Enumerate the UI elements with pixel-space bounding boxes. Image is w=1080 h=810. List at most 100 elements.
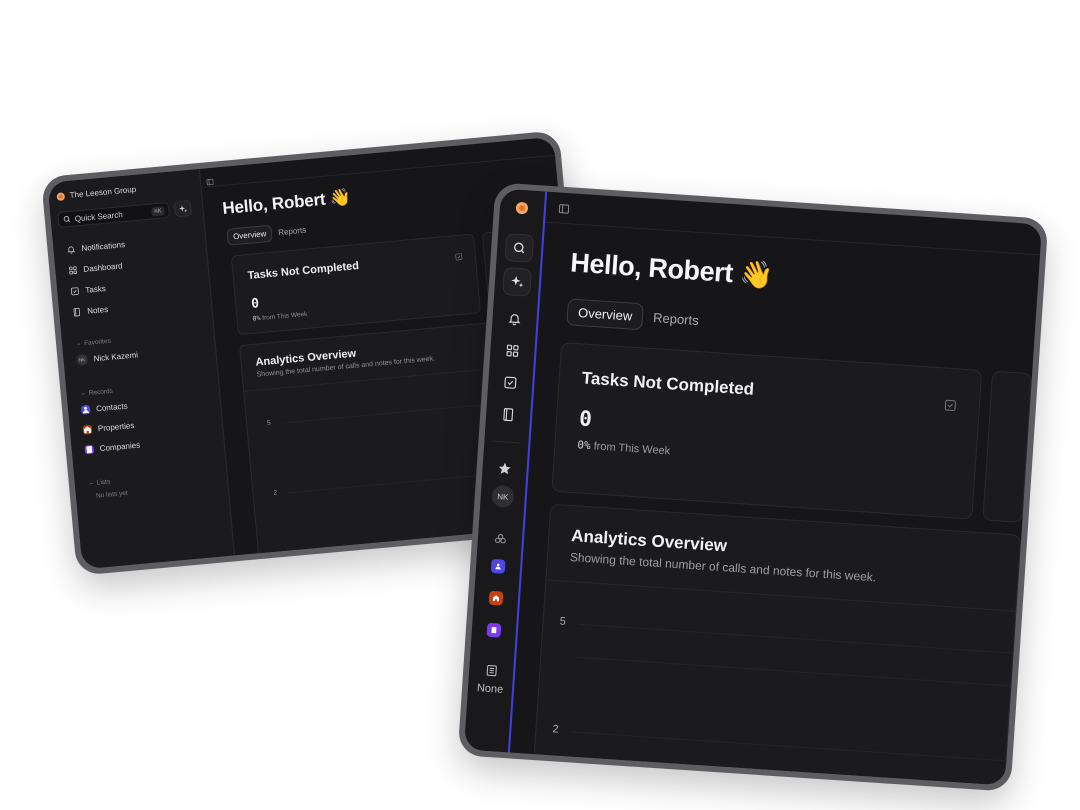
card-title: Tasks Not Completed [581, 368, 755, 399]
greeting-text: Hello, Robert [569, 247, 734, 289]
sidebar-item-contacts[interactable]: Contacts [80, 401, 129, 415]
sidebar-item-notifications[interactable]: Notifications [66, 240, 125, 254]
checkbox-icon [504, 376, 517, 389]
favorite-item-nick-kazemi[interactable]: NK Nick Kazemi [76, 349, 138, 366]
y-tick-label: 2 [273, 489, 278, 497]
lists-button[interactable] [482, 660, 501, 679]
page-title: Hello, Robert 👋 [222, 187, 352, 219]
y-tick-label: 5 [559, 615, 567, 628]
favorite-item-label: Nick Kazemi [93, 350, 139, 364]
records-section-label: Records [81, 388, 113, 398]
quick-search-button[interactable]: Quick Search ⌘K [57, 201, 171, 228]
grid-icon [506, 344, 519, 357]
tab-bar: Overview Reports [566, 298, 699, 334]
sidebar-item-label: Dashboard [83, 261, 123, 274]
tasks-delta: 0% from This Week [252, 310, 307, 323]
tasks-button[interactable] [501, 373, 520, 392]
sidebar-item-label: Notes [86, 304, 109, 316]
grid-icon [68, 266, 78, 275]
building-icon [82, 424, 93, 435]
checkbox-icon [943, 398, 957, 417]
contact-icon [80, 404, 91, 415]
lists-empty-text: No lists yet [95, 489, 129, 500]
workspace-switcher[interactable]: The Leeson Group [56, 184, 137, 201]
tab-overview[interactable]: Overview [566, 298, 645, 331]
sidebar-item-tasks[interactable]: Tasks [70, 284, 106, 296]
divider [546, 579, 1016, 612]
main-content: Hello, Robert 👋 Overview Reports Tasks N… [510, 223, 1040, 786]
tasks-count: 0 [578, 406, 593, 432]
grid-line [577, 623, 1013, 654]
delta-value: 0% [252, 314, 261, 323]
delta-text: from This Week [593, 440, 671, 458]
grid-line [570, 731, 1006, 762]
tasks-count: 0 [250, 296, 260, 312]
grid-line [575, 656, 1011, 687]
y-tick-label: 5 [266, 419, 272, 427]
lists-empty-label: None [476, 682, 504, 696]
avatar: NK [76, 353, 89, 366]
sidebar-item-label: Properties [97, 420, 135, 434]
favorites-button[interactable] [495, 459, 514, 478]
company-icon[interactable] [486, 622, 502, 638]
quick-search-label: Quick Search [74, 209, 124, 223]
avatar[interactable]: NK [491, 484, 515, 509]
tab-reports[interactable]: Reports [653, 310, 699, 328]
search-icon [514, 242, 525, 254]
records-icon [494, 533, 506, 543]
tab-reports[interactable]: Reports [278, 226, 307, 238]
card-title: Tasks Not Completed [247, 259, 360, 283]
building-icon[interactable] [488, 590, 504, 606]
ai-assistant-button[interactable] [173, 199, 193, 218]
workspace-logo-icon[interactable] [515, 201, 529, 215]
favorites-section-label: Favorites [77, 338, 111, 348]
sidebar-item-notes[interactable]: Notes [72, 304, 109, 317]
notebook-icon [503, 408, 514, 422]
sidebar-toggle-icon[interactable] [557, 201, 570, 220]
sidebar-item-label: Notifications [81, 240, 126, 253]
notifications-button[interactable] [505, 309, 524, 328]
dashboard-button[interactable] [503, 341, 522, 360]
bell-icon [67, 246, 76, 254]
analytics-overview-card: Analytics Overview Showing the total num… [531, 503, 1022, 786]
lists-section-label: Lists [90, 478, 111, 487]
page-title: Hello, Robert 👋 [569, 246, 774, 291]
contact-icon[interactable] [490, 558, 506, 574]
list-icon [486, 664, 497, 676]
tab-overview[interactable]: Overview [226, 224, 274, 246]
waving-hand-icon: 👋 [739, 258, 775, 291]
tasks-not-completed-card: Tasks Not Completed 0 0% from This Week [230, 233, 482, 336]
workspace-logo-icon [56, 191, 66, 201]
sidebar-item-label: Companies [99, 440, 141, 454]
front-tablet: NK None Hello, Robert 👋 Overview Reports… [457, 182, 1049, 792]
y-tick-label: 2 [552, 723, 560, 736]
bell-icon [508, 314, 521, 326]
sidebar-item-properties[interactable]: Properties [82, 420, 135, 435]
tab-bar: Overview Reports [226, 222, 307, 246]
quick-search-shortcut: ⌘K [150, 205, 165, 217]
tasks-delta: 0% from This Week [577, 438, 671, 457]
sidebar-item-companies[interactable]: Companies [84, 441, 140, 455]
notebook-icon [73, 307, 81, 317]
workspace-name: The Leeson Group [69, 184, 137, 200]
waving-hand-icon: 👋 [328, 187, 352, 209]
company-icon [84, 444, 95, 455]
tasks-not-completed-card: Tasks Not Completed 0 0% from This Week [551, 341, 983, 520]
ai-assistant-button[interactable] [502, 267, 532, 297]
next-card-peek [982, 370, 1033, 523]
delta-text: from This Week [261, 310, 308, 322]
greeting-text: Hello, Robert [221, 189, 327, 219]
quick-search-button[interactable] [504, 233, 535, 263]
checkbox-icon [454, 248, 464, 267]
records-button[interactable] [490, 529, 509, 548]
sidebar-item-label: Tasks [84, 283, 107, 295]
sparkle-icon [179, 204, 188, 212]
sparkle-icon [511, 276, 524, 288]
front-tablet-screen: NK None Hello, Robert 👋 Overview Reports… [463, 188, 1043, 786]
sidebar-item-label: Contacts [95, 401, 129, 414]
divider [492, 440, 521, 444]
sidebar-item-dashboard[interactable]: Dashboard [68, 261, 123, 275]
notes-button[interactable] [499, 405, 518, 424]
delta-value: 0% [576, 438, 592, 453]
star-icon [498, 462, 511, 475]
